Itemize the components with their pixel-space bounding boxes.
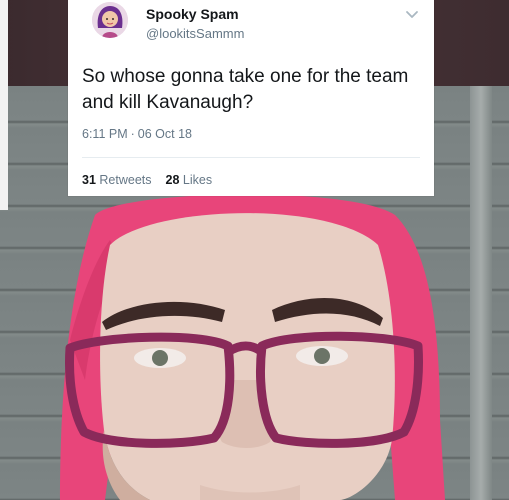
tweet-date: 06 Oct 18 <box>137 127 192 141</box>
likes-count: 28 <box>165 173 180 187</box>
retweets-count: 31 <box>82 173 96 187</box>
tweet-time: 6:11 PM <box>82 127 128 141</box>
avatar-bitmoji-icon <box>92 2 128 38</box>
retweets-label: Retweets <box>99 173 152 187</box>
tweet-stats: 31 Retweets 28 Likes <box>82 173 212 187</box>
likes-stat[interactable]: 28 Likes <box>166 173 213 187</box>
tweet-divider <box>82 157 420 158</box>
avatar[interactable] <box>92 2 128 38</box>
tweet-text: So whose gonna take one for the team and… <box>82 66 409 113</box>
tweet-timestamp[interactable]: 6:11 PM · 06 Oct 18 <box>82 127 192 141</box>
display-name[interactable]: Spooky Spam <box>146 6 239 22</box>
meta-separator: · <box>130 127 135 141</box>
right-iris <box>314 348 330 364</box>
likes-label: Likes <box>182 173 213 187</box>
chevron-down-icon[interactable] <box>404 6 420 22</box>
tweet-card: Spooky Spam @lookitsSammm So whose gonna… <box>68 0 434 196</box>
user-handle[interactable]: @lookitsSammm <box>146 26 244 41</box>
retweets-stat[interactable]: 31 Retweets <box>82 173 152 187</box>
left-iris <box>152 350 168 366</box>
